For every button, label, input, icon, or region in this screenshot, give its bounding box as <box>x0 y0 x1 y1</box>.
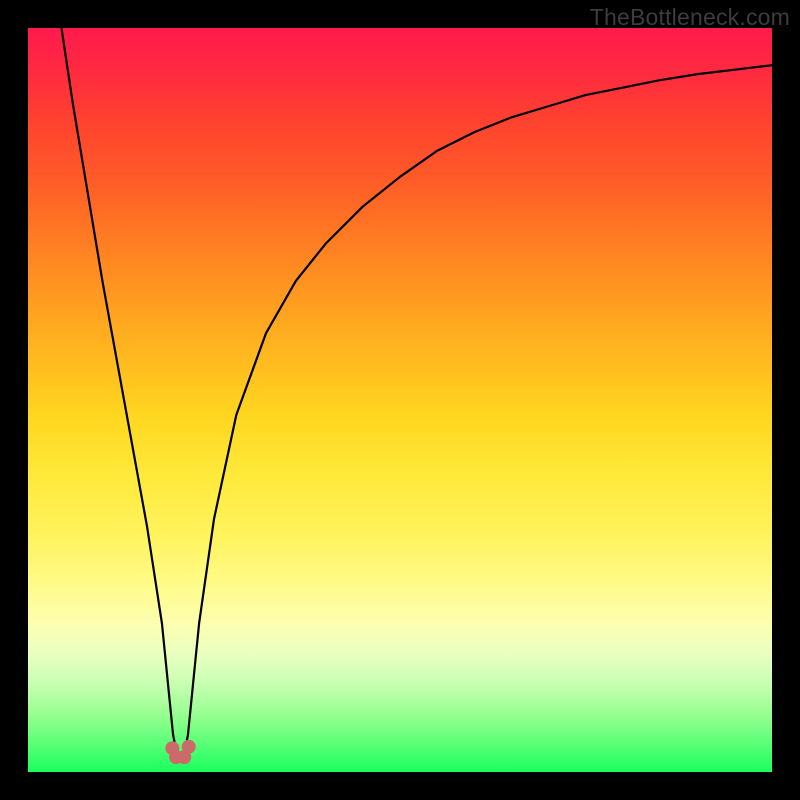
curve-layer <box>28 28 772 772</box>
chart-frame: TheBottleneck.com <box>0 0 800 800</box>
curve-marker <box>182 740 196 754</box>
marker-group <box>165 740 195 764</box>
bottleneck-curve <box>61 28 772 757</box>
watermark-text: TheBottleneck.com <box>590 4 790 31</box>
plot-area <box>28 28 772 772</box>
